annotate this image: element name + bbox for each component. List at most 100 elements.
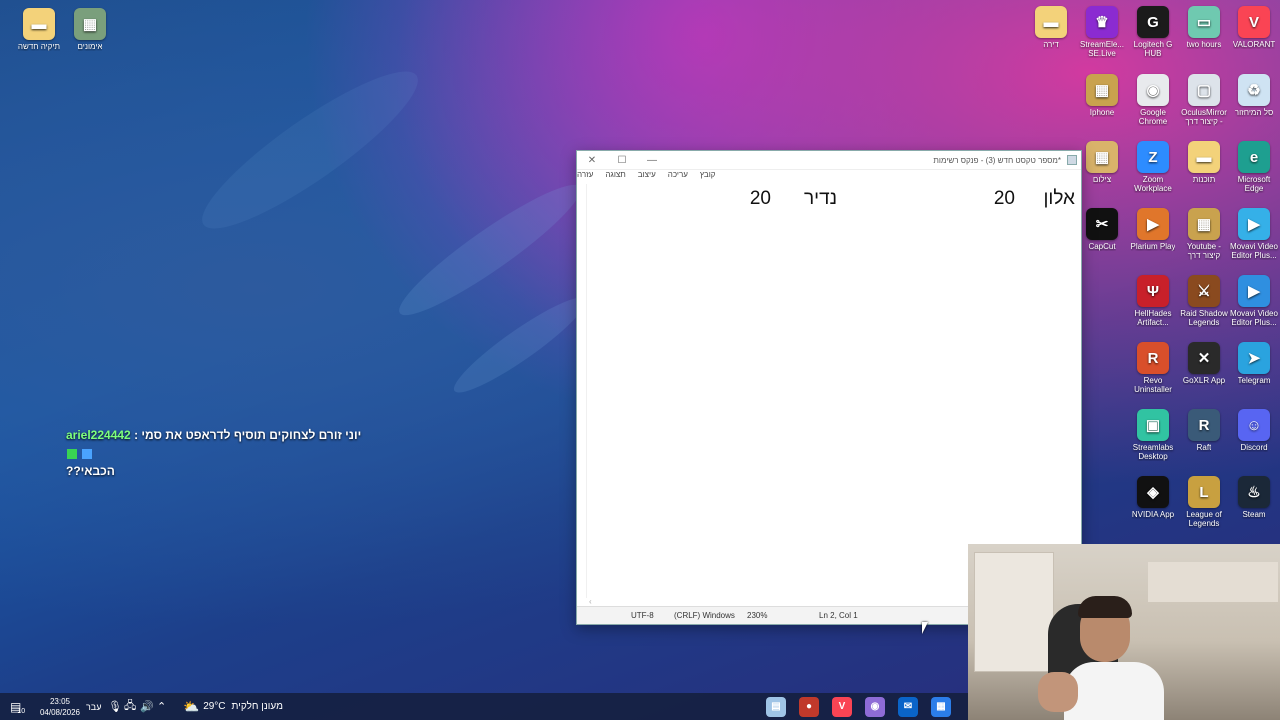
weather-icon: ⛅ xyxy=(183,698,200,714)
desktop-icon[interactable]: ▦ Iphone xyxy=(1076,74,1128,117)
language-indicator[interactable]: עבר xyxy=(86,693,101,720)
desktop-icon[interactable]: ▶ Plarium Play xyxy=(1127,208,1179,251)
taskbar-app-button[interactable]: ● xyxy=(799,693,819,720)
webcam-person-hand xyxy=(1038,672,1078,712)
desktop-icon[interactable]: ▬ תיקיה חדשה xyxy=(13,8,65,51)
maximize-icon[interactable]: ☐ xyxy=(607,155,637,166)
microphone-icon[interactable]: 🎙 xyxy=(108,693,122,720)
notepad-title-bar[interactable]: ✕ ☐ — *מספר טקסט חדש (3) - פנקס רשימות xyxy=(577,151,1081,170)
taskbar-app-button[interactable]: V xyxy=(832,693,852,720)
image-icon: ▭ xyxy=(1188,6,1220,38)
movavi-icon: ▶ xyxy=(1238,275,1270,307)
desktop-icon[interactable]: Z Zoom Workplace xyxy=(1127,141,1179,193)
desktop-icon[interactable]: ⚔ Raid Shadow Legends xyxy=(1178,275,1230,327)
desktop-icon[interactable]: ▣ Streamlabs Desktop xyxy=(1127,409,1179,461)
logitech-icon: G xyxy=(1137,6,1169,38)
folder-image-icon: ▦ xyxy=(74,8,106,40)
weather-widget[interactable]: ⛅ 29°C מעונן חלקית xyxy=(183,693,283,720)
menu-edit[interactable]: עריכה xyxy=(668,170,688,184)
desktop-icon[interactable]: ♛ StreamEle... SE.Live xyxy=(1076,6,1128,58)
desktop-icon[interactable]: e Microsoft Edge xyxy=(1228,141,1280,193)
chevron-up-icon[interactable]: ⌃ xyxy=(157,693,166,720)
desktop-icon-label: תוכנות xyxy=(1192,175,1216,184)
revo-icon: R xyxy=(1137,342,1169,374)
obs-taskbar-icon: ● xyxy=(799,696,819,717)
desktop-icon-label: Logitech G HUB xyxy=(1133,40,1173,58)
desktop-icon-label: two hours xyxy=(1186,40,1222,49)
weather-desc: מעונן חלקית xyxy=(231,701,283,712)
desktop-icon-label: CapCut xyxy=(1088,242,1116,251)
nvidia-icon: ◈ xyxy=(1137,476,1169,508)
taskbar-clock[interactable]: 23:05 04/08/2026 xyxy=(38,693,82,720)
notepad-text-area[interactable]: אלון 20 נדיר 20 xyxy=(587,184,1075,598)
desktop-icon[interactable]: G Logitech G HUB xyxy=(1127,6,1179,58)
desktop-icon[interactable]: ▦ Youtube - קיצור דרך xyxy=(1178,208,1230,260)
desktop-icon[interactable]: ▦ צילום xyxy=(1076,141,1128,184)
scrollbar[interactable] xyxy=(577,184,587,598)
notepad-menu-bar: קובץ עריכה עיצוב תצוגה עזרה xyxy=(577,170,1081,184)
capcut-icon: ✂ xyxy=(1086,208,1118,240)
minimize-icon[interactable]: — xyxy=(637,155,667,166)
desktop-icon[interactable]: R Raft xyxy=(1178,409,1230,452)
taskbar-app-button[interactable]: ▤ xyxy=(766,693,786,720)
goxlr-icon: ✕ xyxy=(1188,342,1220,374)
desktop-icon-label: Raft xyxy=(1196,443,1212,452)
desktop-icon-label: GoXLR App xyxy=(1182,376,1226,385)
desktop-icon[interactable]: R Revo Uninstaller xyxy=(1127,342,1179,394)
volume-icon[interactable]: 🔊 xyxy=(140,693,154,720)
store-taskbar-icon: ▦ xyxy=(931,696,951,717)
desktop-icon[interactable]: ▬ דירה xyxy=(1025,6,1077,49)
desktop-icon[interactable]: ▢ OculusMirror קיצור דרך - xyxy=(1178,74,1230,126)
taskbar-app-button[interactable]: ✉ xyxy=(898,693,918,720)
window-title: *מספר טקסט חדש (3) - פנקס רשימות xyxy=(933,155,1061,165)
notification-center-button[interactable]: ▤ 10 xyxy=(10,693,25,720)
menu-format[interactable]: עיצוב xyxy=(638,170,656,184)
desktop-icon-label: OculusMirror קיצור דרך - xyxy=(1181,108,1227,126)
folder-icon: ▬ xyxy=(1035,6,1067,38)
desktop-icon[interactable]: ▬ תוכנות xyxy=(1178,141,1230,184)
desktop-icon-label: Telegram xyxy=(1237,376,1271,385)
desktop-icon[interactable]: ☺ Discord xyxy=(1228,409,1280,452)
hellhades-icon: Ψ xyxy=(1137,275,1169,307)
desktop-icon-label: Microsoft Edge xyxy=(1237,175,1271,193)
desktop-icon[interactable]: ♨ Steam xyxy=(1228,476,1280,519)
desktop-icon[interactable]: Ψ HellHades Artifact... xyxy=(1127,275,1179,327)
desktop-icon-label: Movavi Video Editor Plus... xyxy=(1230,309,1278,327)
clock-date: 04/08/2026 xyxy=(39,707,81,717)
desktop-icon[interactable]: ▶ Movavi Video Editor Plus... xyxy=(1228,208,1280,260)
status-zoom: 230% xyxy=(747,611,768,620)
chat-message-text: יוני זורם לצחוקים תוסיף לדראפט את סמי : xyxy=(134,428,362,442)
streamelements-icon: ♛ xyxy=(1086,6,1118,38)
desktop-icon[interactable]: ◈ NVIDIA App xyxy=(1127,476,1179,519)
folder-icon: ▬ xyxy=(1188,141,1220,173)
menu-file[interactable]: קובץ xyxy=(700,170,716,184)
notification-count: 10 xyxy=(17,708,26,715)
menu-view[interactable]: תצוגה xyxy=(605,170,625,184)
desktop-icon[interactable]: ➤ Telegram xyxy=(1228,342,1280,385)
desktop-icon[interactable]: ▶ Movavi Video Editor Plus... xyxy=(1228,275,1280,327)
desktop-icon[interactable]: L League of Legends xyxy=(1178,476,1230,528)
desktop-icon[interactable]: ▭ two hours xyxy=(1178,6,1230,49)
desktop-icon[interactable]: ✂ CapCut xyxy=(1076,208,1128,251)
movavi-icon: ▶ xyxy=(1238,208,1270,240)
chrome-icon: ◉ xyxy=(1137,74,1169,106)
taskbar-app-button[interactable]: ◉ xyxy=(865,693,885,720)
close-icon[interactable]: ✕ xyxy=(577,155,607,166)
desktop-icon-label: Discord xyxy=(1240,443,1268,452)
menu-help[interactable]: עזרה xyxy=(577,170,593,184)
oculus-icon: ▢ xyxy=(1188,74,1220,106)
desktop-icon[interactable]: ◉ Google Chrome xyxy=(1127,74,1179,126)
webcam-person-body xyxy=(1064,662,1164,720)
text-name-2: נדיר xyxy=(803,188,837,209)
desktop-icon[interactable]: V VALORANT xyxy=(1228,6,1280,49)
desktop-icon-label: אימונים xyxy=(77,42,103,51)
network-icon[interactable]: 🖧 xyxy=(124,693,136,720)
desktop-icon[interactable]: ♻ סל המיחזור xyxy=(1228,74,1280,117)
desktop-icon[interactable]: ✕ GoXLR App xyxy=(1178,342,1230,385)
taskbar-app-button[interactable]: ▦ xyxy=(931,693,951,720)
horizontal-scroll-left-icon[interactable]: ‹ xyxy=(589,597,592,606)
desktop-icon-label: Revo Uninstaller xyxy=(1134,376,1172,394)
desktop-icon[interactable]: ▦ אימונים xyxy=(64,8,116,51)
webcam-background-shelf xyxy=(1148,562,1278,602)
chat-badge-icon xyxy=(82,448,93,459)
